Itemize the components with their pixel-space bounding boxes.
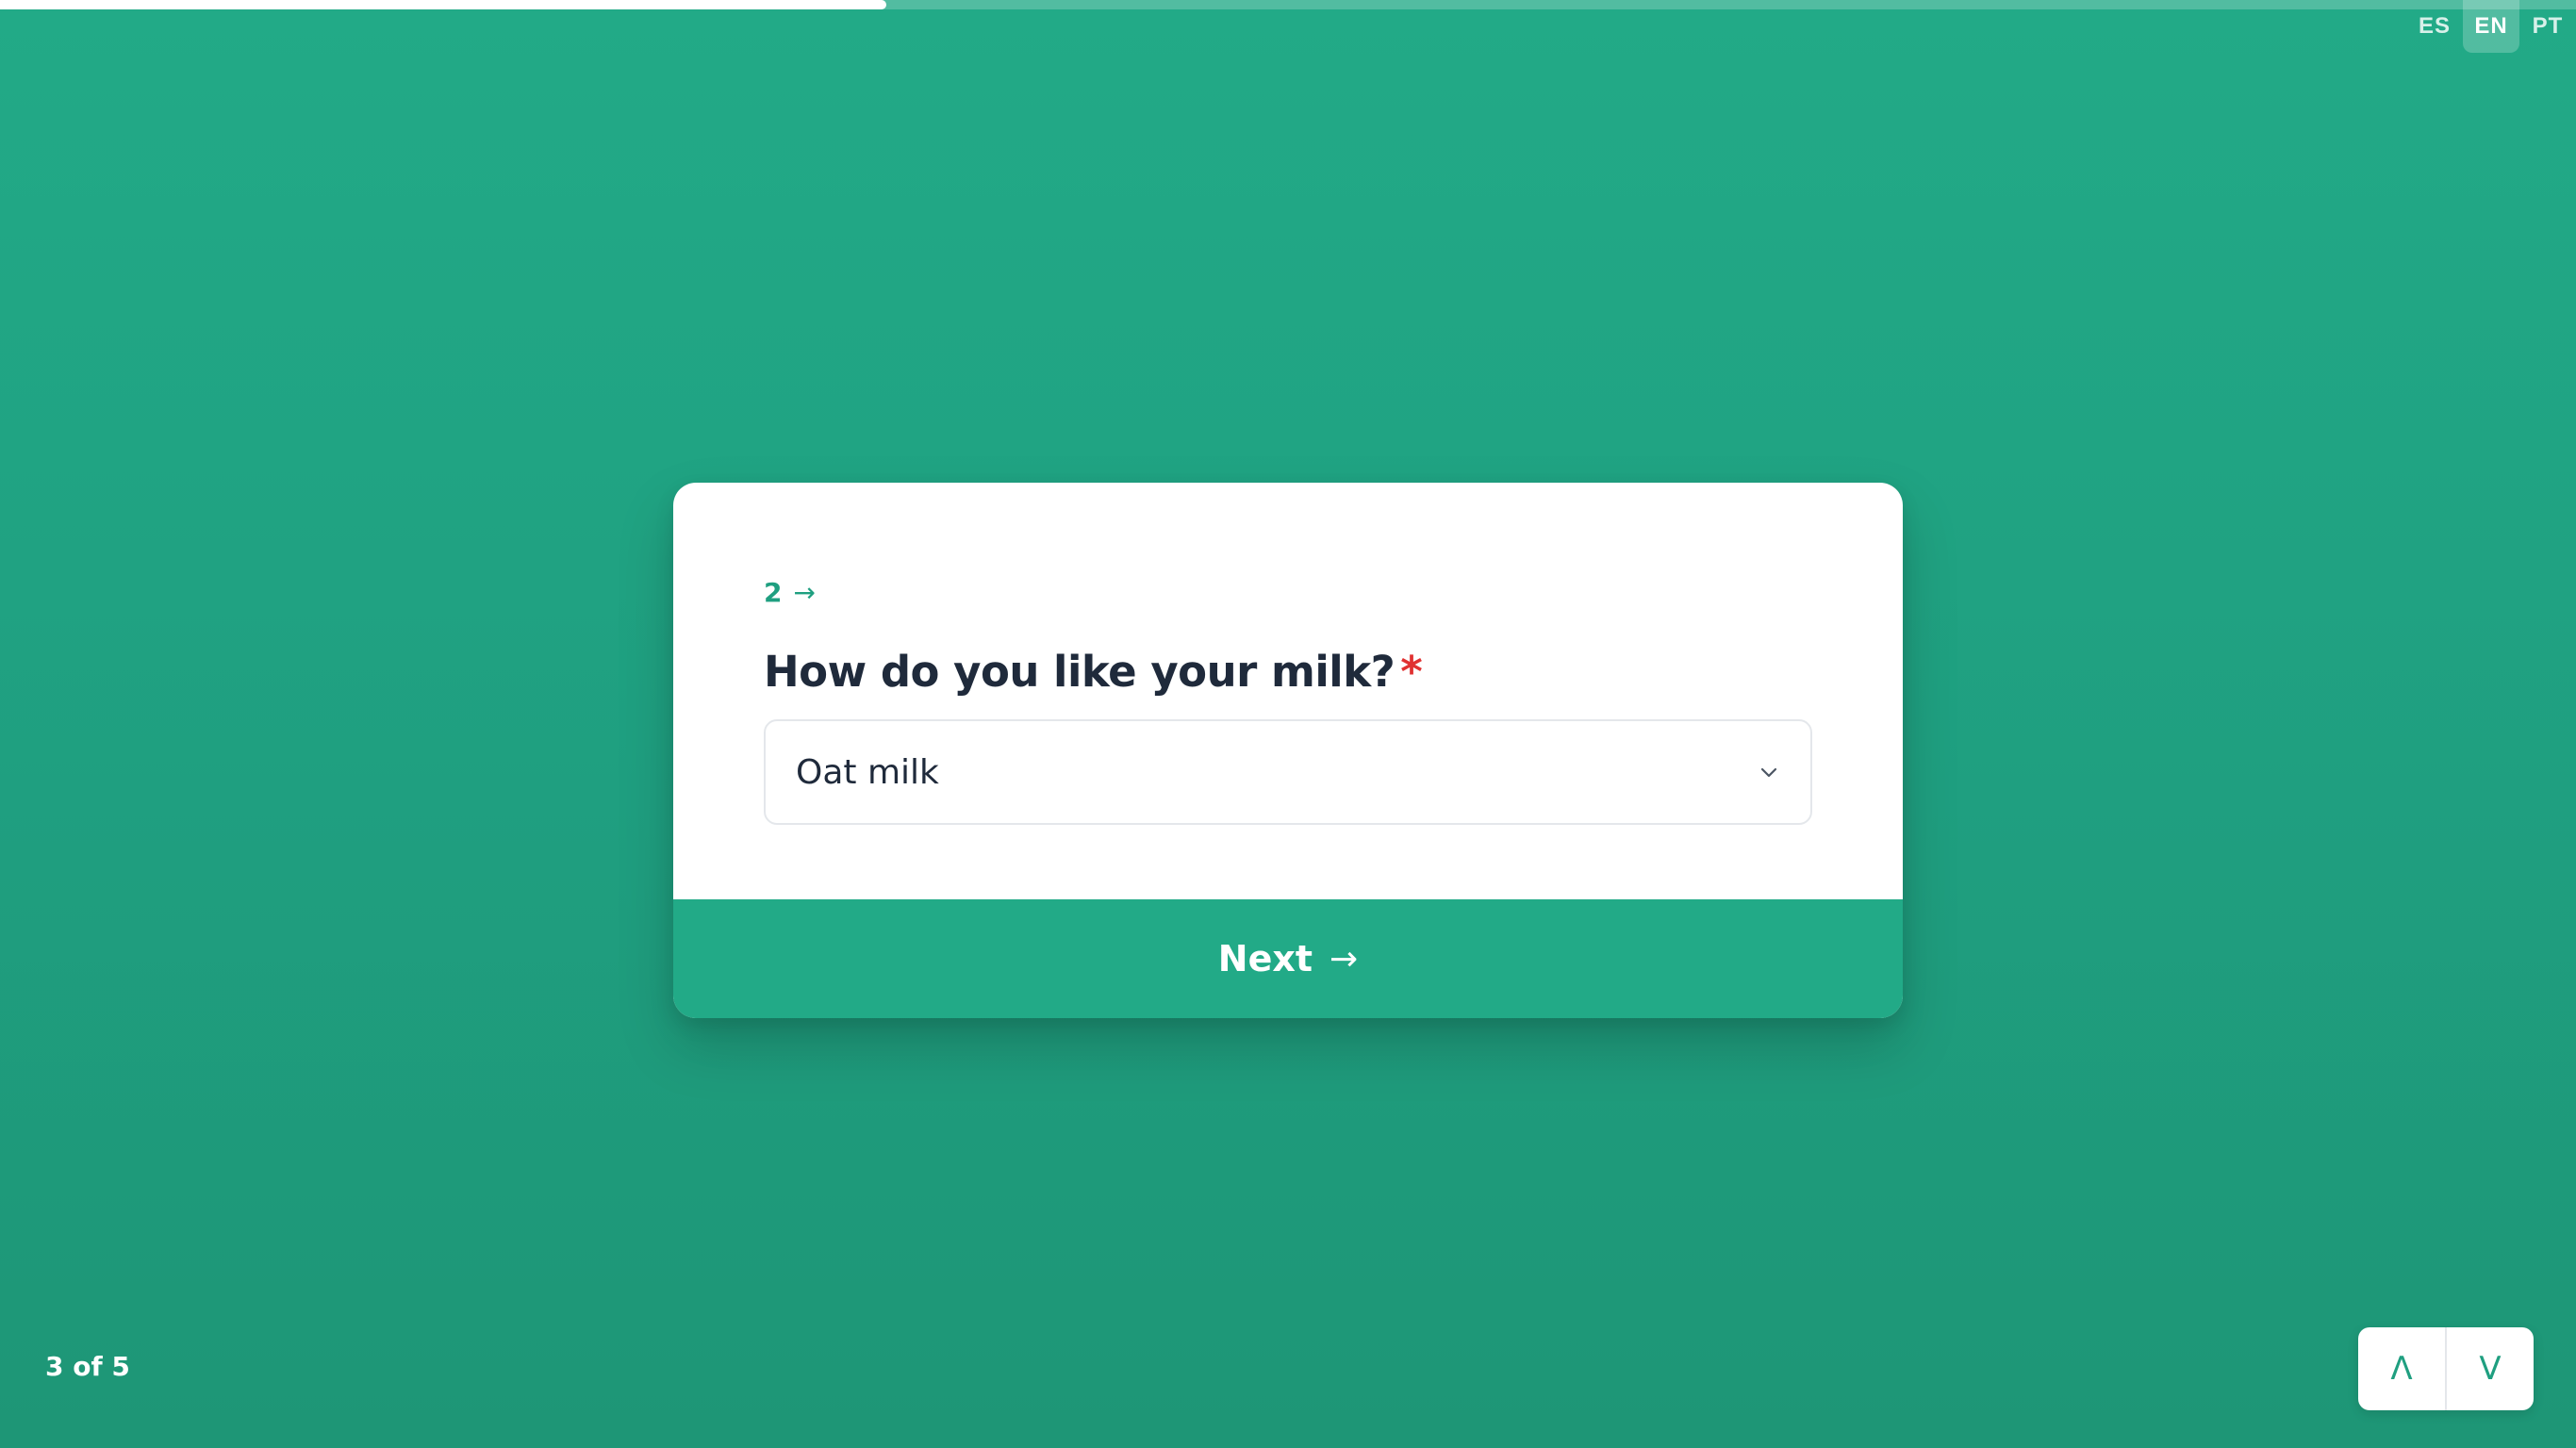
language-switcher: ES EN PT	[2406, 0, 2576, 53]
question-title: How do you like your milk? *	[764, 647, 1812, 697]
chevron-down-icon	[1760, 767, 1777, 778]
progress-bar	[0, 0, 2576, 9]
language-option-es[interactable]: ES	[2406, 0, 2463, 53]
question-number: 2 →	[764, 573, 1812, 611]
step-counter: 3 of 5	[45, 1351, 130, 1382]
language-option-en[interactable]: EN	[2463, 0, 2519, 53]
progress-bar-fill	[0, 0, 886, 9]
language-option-pt[interactable]: PT	[2519, 0, 2576, 53]
next-button-label: Next	[1217, 938, 1313, 979]
question-title-text: How do you like your milk?	[764, 647, 1395, 697]
next-question-button[interactable]: V	[2445, 1327, 2534, 1410]
required-asterisk: *	[1400, 647, 1423, 697]
previous-question-button[interactable]: Λ	[2358, 1327, 2445, 1410]
question-number-value: 2	[764, 576, 783, 608]
question-card: 2 → How do you like your milk? * Oat milk…	[673, 483, 1903, 1018]
milk-dropdown[interactable]: Oat milk	[764, 719, 1812, 825]
next-button[interactable]: Next →	[673, 899, 1903, 1018]
question-number-arrow-icon: →	[793, 576, 816, 608]
question-navigation: Λ V	[2358, 1327, 2534, 1410]
arrow-right-icon: →	[1329, 939, 1359, 979]
milk-dropdown-value: Oat milk	[796, 752, 939, 792]
question-card-body: 2 → How do you like your milk? * Oat milk	[764, 573, 1812, 825]
